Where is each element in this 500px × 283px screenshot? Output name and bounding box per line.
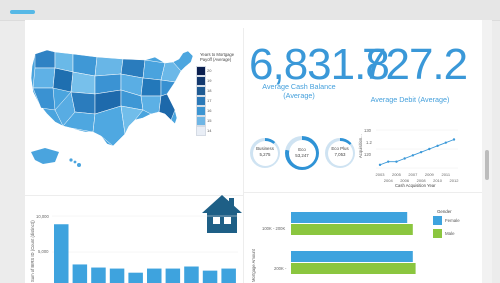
bottom-left-ytick: 5,000 [38,249,49,254]
data-point [452,138,456,141]
bar[interactable] [184,266,199,283]
bar[interactable] [221,268,236,283]
kpi-debit-value: 727.2 [362,40,468,89]
us-map[interactable] [25,48,200,178]
x-tick-label: 2004 [384,178,394,183]
kpi-debit-label: Average Debit (Average) [370,95,450,104]
bar[interactable] [128,272,143,283]
bar-female[interactable] [291,251,413,262]
gender-legend-item-female[interactable]: Female [433,216,479,226]
legend-swatch [196,66,206,76]
ring-eco-plus-label: Eco Plus 7,053 [331,146,349,157]
bar[interactable] [72,264,88,283]
x-tick-label: 2012 [450,178,460,183]
band-label: 200K - [274,266,287,271]
x-tick-label: 2011 [441,172,450,177]
cash-chart-ytick: 130 [364,128,371,133]
map-legend-item: 19 [196,76,242,86]
x-tick-label: 2007 [408,172,418,177]
data-point [395,160,398,163]
legend-swatch [196,96,206,106]
cash-chart-title: Cash Acquisition Year [395,183,436,188]
x-tick-label: 2009 [425,172,435,177]
series-line [379,139,455,166]
bar[interactable] [54,224,69,283]
bottom-right-ylabel: Mortgage Amount [251,248,256,282]
data-point [387,160,390,163]
bar-female[interactable] [291,212,408,223]
data-point [444,141,447,144]
bar[interactable] [147,268,162,283]
legend-label: 18 [207,88,212,93]
bar-male[interactable] [291,224,413,235]
panel-divider [243,28,244,283]
data-point [436,144,439,148]
ring-business-label: Business 5,275 [256,146,274,157]
map-legend-item: 14 [196,126,242,136]
cash-chart-ytick: 1.2 [366,140,372,145]
legend-swatch [196,106,206,116]
legend-swatch [196,76,206,86]
band-label: 100K - 200K [262,226,286,231]
scrollbar[interactable] [482,20,492,283]
hawaii-shape [69,158,81,167]
bottom-right-bar-chart[interactable] [291,208,431,283]
bottom-left-ytick: 10,000 [36,214,49,219]
bar[interactable] [91,267,106,283]
legend-swatch [196,86,206,96]
map-legend-item: 17 [196,96,242,106]
panel-divider-right [244,192,482,193]
gender-legend-title: Gender [437,209,452,214]
scrollbar-thumb[interactable] [485,150,489,180]
legend-swatch [433,216,442,225]
map-legend-title: Years to Mortgage Payoff (Average) [200,52,235,62]
bottom-left-ylabel: Sum of BIRS ID (Count (distinct)) [30,220,35,282]
cash-chart-ylabel: Acquisition... [358,134,363,158]
cash-line-chart[interactable]: 2003 2005 2007 2009 20112004 2006 2008 2010 2012 [374,128,464,184]
bar-male[interactable] [291,263,416,274]
cash-chart-ytick: 120 [364,152,371,157]
map-legend-item: 20 [196,66,242,76]
legend-label: 16 [207,108,212,113]
data-point [403,157,406,160]
data-point [428,147,431,151]
top-bar [0,0,500,21]
legend-swatch [196,126,206,136]
data-point [378,163,382,167]
map-legend-item: 15 [196,116,242,126]
legend-label: 19 [207,78,212,83]
legend-swatch [433,229,442,238]
legend-label: 14 [207,128,212,133]
map-legend-item: 18 [196,86,242,96]
data-point [419,150,423,154]
map-legend-item: 16 [196,106,242,116]
legend-swatch [196,116,206,126]
x-tick-label: 2005 [392,172,402,177]
bar[interactable] [165,268,181,283]
gender-legend-item-male[interactable]: Male [433,229,479,239]
legend-label: 15 [207,118,212,123]
ring-eco-label: Eco 53,247 [295,147,309,158]
kpi-cash-balance-label: Average Cash Balance (Average) [262,82,336,100]
bottom-left-bar-chart[interactable] [52,212,242,283]
bar[interactable] [202,270,218,283]
data-point [411,154,415,157]
legend-label: 17 [207,98,212,103]
legend-label: 20 [207,68,212,73]
alaska-shape [31,148,59,164]
bar[interactable] [109,268,125,283]
x-tick-label: 2003 [376,172,386,177]
active-tab-indicator[interactable] [10,10,35,14]
